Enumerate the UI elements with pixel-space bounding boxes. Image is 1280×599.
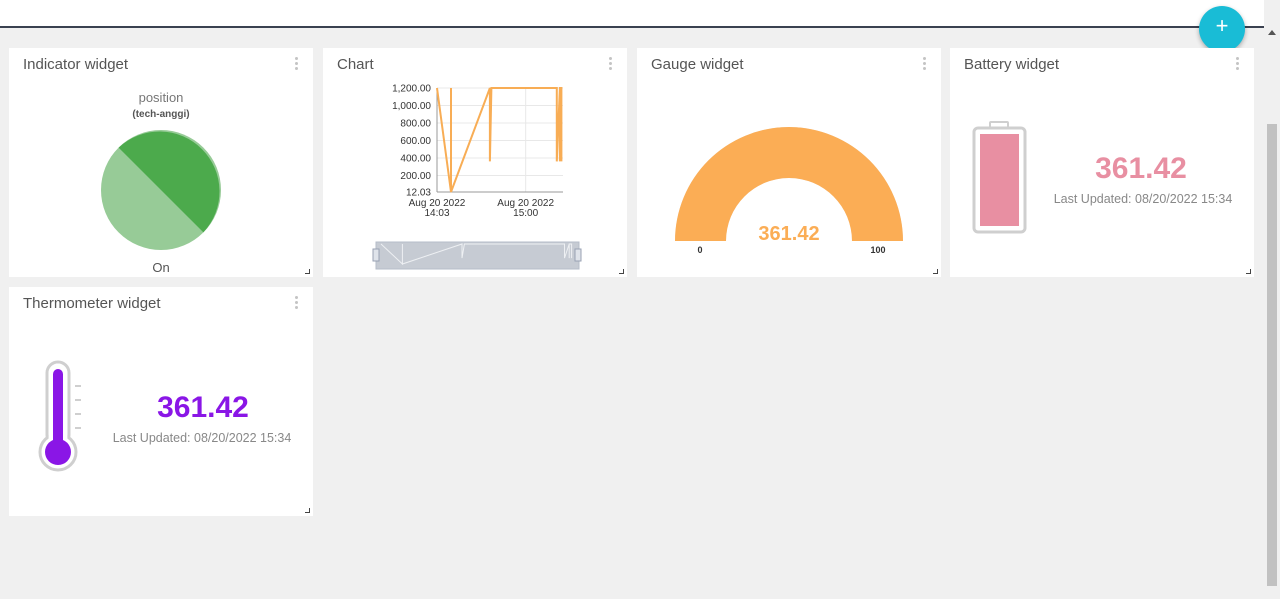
widget-title: Indicator widget [23,56,129,73]
line-chart[interactable]: 1,200.00 1,000.00 800.00 600.00 400.00 200.00… [323,48,627,277]
x-tick-label: 15:00 [513,208,538,219]
thermometer-icon [38,360,81,472]
thermometer-last-updated: Last Updated: 08/20/2022 15:34 [112,431,292,445]
range-handle-left [372,248,380,262]
indicator-device: (tech-anggi) [132,109,190,120]
indicator-state: On [152,260,170,275]
resize-handle-icon[interactable] [1246,269,1251,274]
battery-value: 361.42 [1095,152,1187,185]
y-tick-label: 12.03 [406,188,431,199]
thermometer-widget: Thermometer widget 361.42 Last Updated: … [9,287,313,516]
y-tick-label: 1,000.00 [392,101,431,112]
resize-handle-icon[interactable] [619,269,624,274]
resize-handle-icon[interactable] [305,269,310,274]
more-vert-icon[interactable] [295,57,299,73]
gauge-chart: 361.42 0 100 [675,127,903,255]
battery-last-updated: Last Updated: 08/20/2022 15:34 [1053,192,1233,206]
chart-widget: Chart 1,200.00 1,000.00 800.00 600.00 400.00… [323,48,627,277]
y-tick-label: 200.00 [400,171,431,182]
y-tick-label: 600.00 [400,136,431,147]
resize-handle-icon[interactable] [933,269,938,274]
indicator-label: position [138,90,184,105]
indicator-pie [101,130,221,250]
scroll-up-arrow-icon[interactable] [1268,30,1276,35]
indicator-widget: Indicator widget position (tech-anggi) O… [9,48,313,277]
scrollbar-thumb[interactable] [1267,124,1277,586]
y-tick-label: 1,200.00 [392,84,431,95]
plus-icon: + [1215,13,1229,38]
thermometer-value: 361.42 [157,391,249,424]
resize-handle-icon[interactable] [305,508,310,513]
range-handle-right [574,248,582,262]
top-bar [0,0,1264,28]
gauge-widget: Gauge widget 361.42 0 100 [637,48,941,277]
series-line [436,87,563,193]
range-navigator [375,241,580,270]
widget-title: Battery widget [964,56,1060,73]
gauge-min-label: 0 [697,245,702,255]
battery-level [980,134,1019,226]
gauge-value: 361.42 [758,223,819,245]
gauge-max-label: 100 [870,245,885,255]
more-vert-icon[interactable] [295,296,299,312]
more-vert-icon[interactable] [1236,57,1240,73]
thermometer-bulb [45,439,71,465]
battery-widget: Battery widget 361.42 Last Updated: 08/2… [950,48,1254,277]
x-tick-label: 14:03 [424,208,449,219]
widget-title: Thermometer widget [23,295,161,312]
battery-icon [972,121,1027,234]
y-tick-label: 800.00 [400,119,431,130]
y-tick-label: 400.00 [400,154,431,165]
add-widget-button[interactable]: + [1199,6,1245,52]
